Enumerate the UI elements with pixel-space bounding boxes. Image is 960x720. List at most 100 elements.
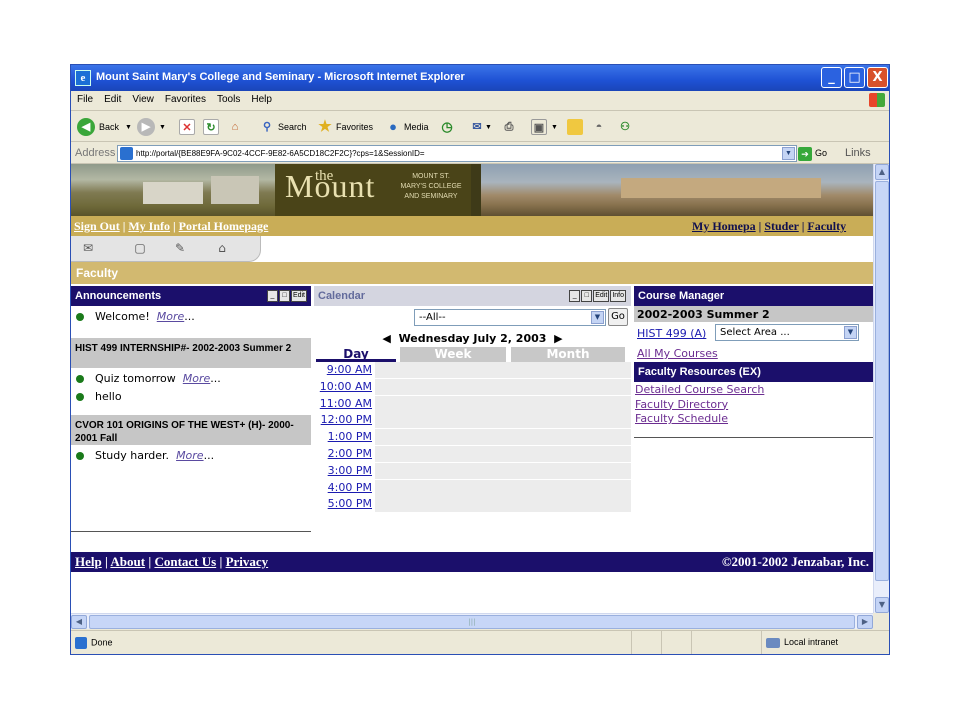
calendar-filter-select[interactable]: --All-- ▼ bbox=[414, 309, 606, 326]
section-header: Faculty bbox=[71, 262, 873, 284]
more-link[interactable]: More bbox=[176, 449, 204, 462]
minimize-button[interactable]: _ bbox=[821, 67, 842, 88]
bullet-icon bbox=[76, 313, 84, 321]
folder-button[interactable] bbox=[567, 117, 583, 137]
tab-week[interactable]: Week bbox=[400, 347, 506, 362]
menu-tools[interactable]: Tools bbox=[211, 91, 245, 105]
time-slot-link[interactable]: 2:00 PM bbox=[314, 447, 372, 460]
time-slot-cell[interactable] bbox=[375, 479, 631, 496]
portal-homepage-link[interactable]: Portal Homepage bbox=[179, 219, 269, 233]
mail-dropdown-icon[interactable]: ▼ bbox=[485, 124, 492, 131]
edit-portlet-button[interactable]: Edit bbox=[593, 290, 610, 302]
about-link[interactable]: About bbox=[110, 554, 145, 569]
address-input[interactable]: http://portal/{BE88E9FA-9C02-4CCF-9E82-6… bbox=[117, 145, 797, 162]
student-tab[interactable]: Studer bbox=[764, 219, 798, 233]
prev-day-icon[interactable]: ◀ bbox=[382, 332, 390, 345]
scroll-down-icon[interactable]: ▼ bbox=[875, 597, 889, 613]
time-slot-cell[interactable] bbox=[375, 378, 631, 395]
horizontal-scrollbar[interactable]: ◀ ||| ▶ bbox=[71, 613, 873, 629]
minimize-portlet-icon[interactable]: _ bbox=[569, 290, 581, 302]
all-my-courses-link[interactable]: All My Courses bbox=[637, 347, 718, 360]
time-slot-link[interactable]: 4:00 PM bbox=[314, 481, 372, 494]
forward-dropdown-icon[interactable]: ▼ bbox=[159, 124, 166, 131]
links-button[interactable]: Links bbox=[845, 147, 871, 159]
menu-file[interactable]: File bbox=[71, 91, 98, 105]
info-portlet-button[interactable]: Info bbox=[610, 290, 626, 302]
day-schedule: 9:00 AM 10:00 AM 11:00 AM 12:00 PM 1:00 … bbox=[314, 362, 631, 514]
forward-button[interactable]: ▶ ▼ bbox=[137, 117, 166, 137]
sign-out-link[interactable]: Sign Out bbox=[74, 219, 120, 233]
back-button[interactable]: ◀ Back ▼ bbox=[77, 117, 132, 137]
next-day-icon[interactable]: ▶ bbox=[554, 332, 562, 345]
scroll-thumb[interactable]: ||| bbox=[89, 615, 855, 629]
faculty-schedule-link[interactable]: Faculty Schedule bbox=[635, 412, 728, 425]
favorites-button[interactable]: ★ Favorites bbox=[317, 117, 373, 137]
scroll-right-icon[interactable]: ▶ bbox=[857, 615, 873, 629]
more-link[interactable]: More bbox=[183, 372, 211, 385]
time-slot-cell[interactable] bbox=[375, 429, 631, 446]
menu-help[interactable]: Help bbox=[245, 91, 277, 105]
contact-us-link[interactable]: Contact Us bbox=[154, 554, 216, 569]
time-slot-link[interactable]: 1:00 PM bbox=[314, 430, 372, 443]
scroll-up-icon[interactable]: ▲ bbox=[875, 164, 889, 180]
minimize-portlet-icon[interactable]: _ bbox=[266, 290, 278, 302]
time-slot-link[interactable]: 12:00 PM bbox=[314, 413, 372, 426]
course-link[interactable]: HIST 499 (A) bbox=[637, 327, 706, 340]
campus-icon[interactable]: ⌂ bbox=[213, 241, 231, 257]
time-slot-link[interactable]: 3:00 PM bbox=[314, 464, 372, 477]
menu-view[interactable]: View bbox=[126, 91, 159, 105]
messenger-button[interactable]: ⚇ bbox=[617, 117, 633, 137]
calendar-go-button[interactable]: Go bbox=[608, 308, 628, 326]
faculty-tab[interactable]: Faculty bbox=[807, 219, 846, 233]
maximize-portlet-icon[interactable]: □ bbox=[581, 290, 593, 302]
edit-portlet-button[interactable]: Edit bbox=[290, 290, 307, 302]
status-text: Done bbox=[75, 637, 113, 649]
vertical-scrollbar[interactable]: ▲ ▼ bbox=[873, 164, 889, 613]
time-slot-link[interactable]: 5:00 PM bbox=[314, 497, 372, 510]
my-homepage-tab[interactable]: My Homepa bbox=[692, 219, 756, 233]
privacy-link[interactable]: Privacy bbox=[226, 554, 269, 569]
more-link[interactable]: More bbox=[157, 310, 185, 323]
scroll-thumb[interactable] bbox=[875, 181, 889, 581]
menu-favorites[interactable]: Favorites bbox=[159, 91, 211, 105]
refresh-button[interactable]: ↻ bbox=[203, 117, 219, 137]
time-slot-cell[interactable] bbox=[375, 445, 631, 462]
home-button[interactable]: ⌂ bbox=[227, 117, 243, 137]
select-area-dropdown[interactable]: Select Area ... ▼ bbox=[715, 324, 859, 341]
back-dropdown-icon[interactable]: ▼ bbox=[125, 124, 132, 131]
detailed-course-search-link[interactable]: Detailed Course Search bbox=[635, 383, 764, 396]
media-button[interactable]: ● Media bbox=[385, 117, 428, 137]
time-slot-link[interactable]: 9:00 AM bbox=[314, 363, 372, 376]
search-button[interactable]: ⚲ Search bbox=[259, 117, 307, 137]
calendar-icon[interactable]: ▢ bbox=[131, 241, 149, 257]
tab-month[interactable]: Month bbox=[511, 347, 625, 362]
history-button[interactable]: ◷ bbox=[439, 117, 455, 137]
scroll-left-icon[interactable]: ◀ bbox=[71, 615, 87, 629]
maximize-portlet-icon[interactable]: □ bbox=[278, 290, 290, 302]
tab-day[interactable]: Day bbox=[316, 347, 396, 362]
close-button[interactable]: X bbox=[867, 67, 888, 88]
faculty-directory-link[interactable]: Faculty Directory bbox=[635, 398, 728, 411]
maximize-button[interactable]: □ bbox=[844, 67, 865, 88]
menu-edit[interactable]: Edit bbox=[98, 91, 126, 105]
discuss-button[interactable]: ◓ bbox=[591, 117, 607, 137]
page-icon bbox=[120, 147, 133, 160]
time-slot-cell[interactable] bbox=[375, 462, 631, 479]
mail-button[interactable]: ✉ ▼ bbox=[469, 117, 492, 137]
time-slot-cell[interactable] bbox=[375, 395, 631, 412]
edit-page-button[interactable]: ▣ ▼ bbox=[531, 117, 558, 137]
edit-dropdown-icon[interactable]: ▼ bbox=[551, 124, 558, 131]
time-slot-cell[interactable] bbox=[375, 412, 631, 429]
print-button[interactable]: ⎙ bbox=[501, 117, 517, 137]
time-slot-cell[interactable] bbox=[375, 362, 631, 378]
time-slot-link[interactable]: 10:00 AM bbox=[314, 380, 372, 393]
email-icon[interactable]: ✉ bbox=[79, 241, 97, 257]
address-dropdown-icon[interactable]: ▼ bbox=[782, 147, 795, 160]
stop-button[interactable]: ✕ bbox=[179, 117, 195, 137]
go-button[interactable]: ➔ Go bbox=[798, 145, 838, 162]
my-info-link[interactable]: My Info bbox=[128, 219, 170, 233]
time-slot-cell[interactable] bbox=[375, 496, 631, 513]
help-link[interactable]: Help bbox=[75, 554, 102, 569]
time-slot-link[interactable]: 11:00 AM bbox=[314, 397, 372, 410]
edit-pen-icon[interactable]: ✎ bbox=[171, 241, 189, 257]
